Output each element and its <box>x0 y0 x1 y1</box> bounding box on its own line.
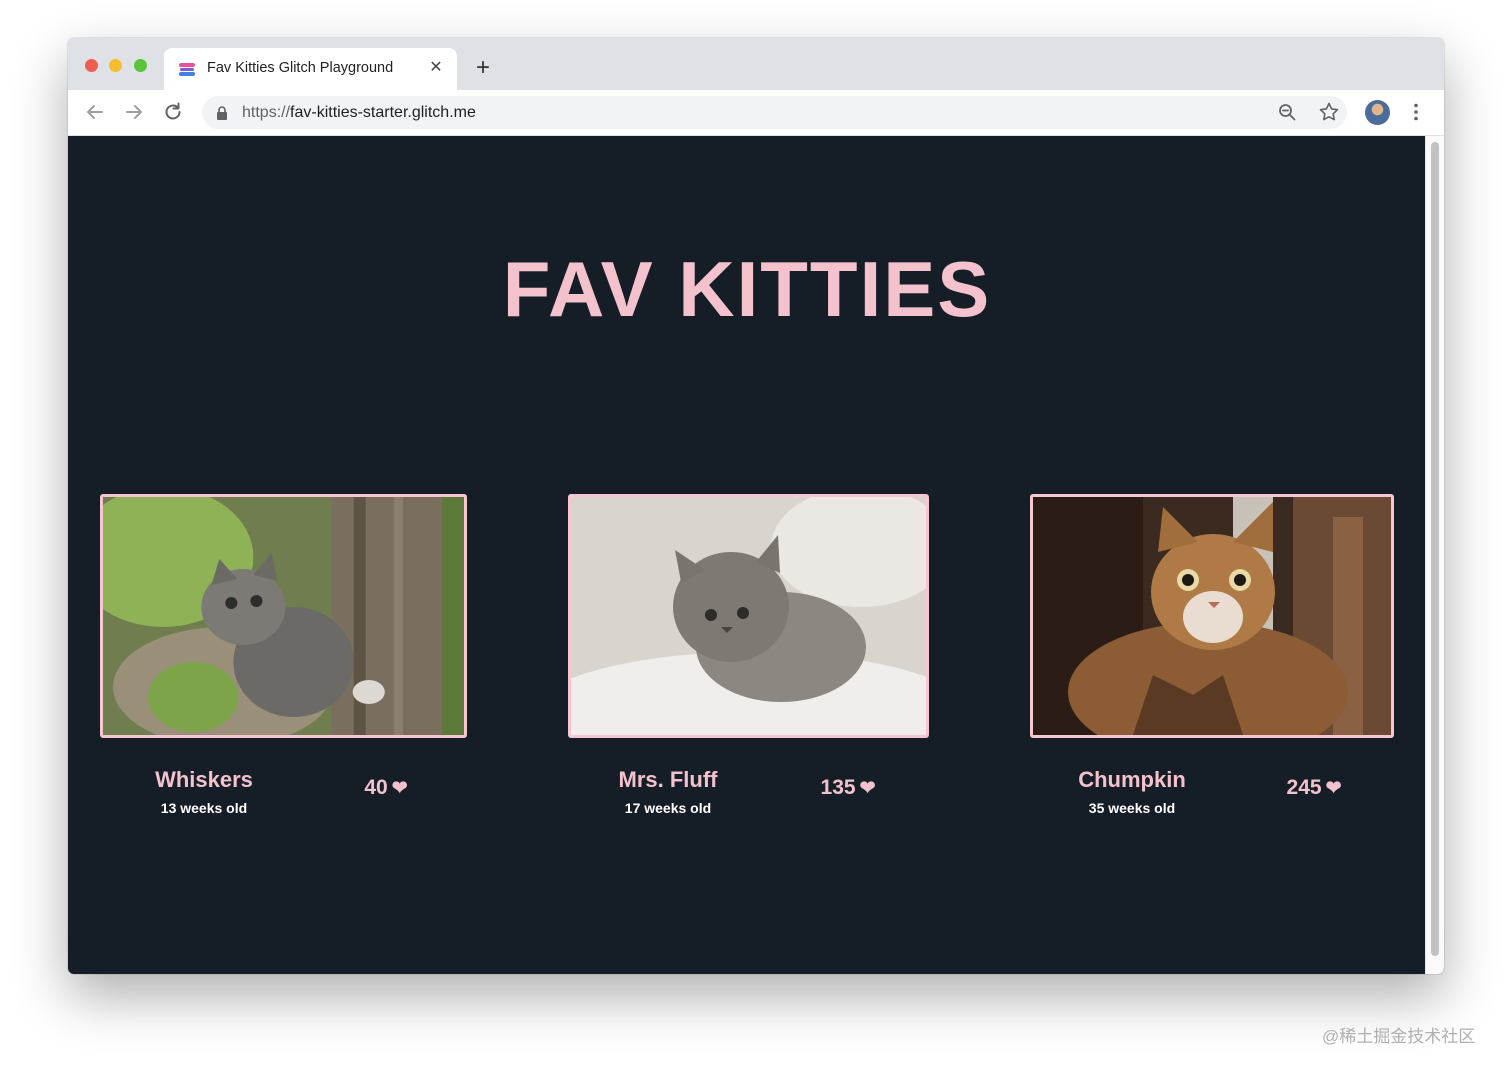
browser-toolbar: https://fav-kitties-starter.glitch.me <box>68 90 1444 136</box>
profile-avatar[interactable] <box>1365 100 1390 125</box>
more-menu-icon[interactable] <box>1403 99 1429 125</box>
scrollbar[interactable] <box>1425 136 1444 974</box>
close-window-button[interactable] <box>85 59 98 72</box>
tab-title: Fav Kitties Glitch Playground <box>207 60 394 76</box>
back-arrow-icon[interactable] <box>82 99 108 125</box>
maximize-window-button[interactable] <box>134 59 147 72</box>
forward-arrow-icon[interactable] <box>121 99 147 125</box>
reload-icon[interactable] <box>160 99 186 125</box>
minimize-window-button[interactable] <box>109 59 122 72</box>
page-title: FAV KITTIES <box>502 245 992 333</box>
url-text: https://fav-kitties-starter.glitch.me <box>242 104 476 122</box>
heart-icon[interactable]: ❤ <box>860 777 876 800</box>
heart-icon[interactable]: ❤ <box>1326 777 1342 800</box>
kitty-likes[interactable]: 135 ❤ <box>788 776 908 800</box>
kitty-age: 17 weeks old <box>624 800 712 816</box>
bookmark-star-icon[interactable] <box>1316 99 1342 125</box>
zoom-icon[interactable] <box>1274 99 1300 125</box>
kitty-photo-whiskers <box>100 494 467 738</box>
browser-window: Fav Kitties Glitch Playground ✕ + https:… <box>68 38 1444 974</box>
glitch-favicon-icon <box>178 60 196 78</box>
kitty-name: Chumpkin <box>1078 767 1186 792</box>
kitty-photo-chumpkin <box>1030 494 1394 738</box>
kitty-likes[interactable]: 245 ❤ <box>1254 776 1374 800</box>
scrollbar-thumb[interactable] <box>1431 142 1439 956</box>
heart-icon[interactable]: ❤ <box>392 777 408 800</box>
url-scheme: https:// <box>242 104 291 121</box>
kitty-name: Whiskers <box>155 767 253 792</box>
tab-active[interactable]: Fav Kitties Glitch Playground ✕ <box>164 48 457 90</box>
close-tab-icon[interactable]: ✕ <box>427 59 445 77</box>
url-host: fav-kitties-starter.glitch.me <box>290 104 476 121</box>
likes-count: 135 <box>820 776 856 799</box>
likes-count: 245 <box>1286 776 1322 799</box>
lock-icon <box>214 105 230 121</box>
kitty-photo-mrs-fluff <box>568 494 929 738</box>
new-tab-button[interactable]: + <box>472 56 494 80</box>
kitty-age: 13 weeks old <box>160 800 248 816</box>
likes-count: 40 <box>364 776 388 799</box>
page-viewport: FAV KITTIES Whiskers 13 weeks old 40 ❤ M… <box>68 136 1444 974</box>
watermark-text: @稀土掘金技术社区 <box>1322 1027 1476 1046</box>
tab-strip: Fav Kitties Glitch Playground ✕ + <box>68 38 1444 90</box>
address-bar[interactable]: https://fav-kitties-starter.glitch.me <box>202 96 1347 129</box>
kitty-age: 35 weeks old <box>1088 800 1176 816</box>
kitty-likes[interactable]: 40 ❤ <box>326 776 446 800</box>
kitty-name: Mrs. Fluff <box>618 767 718 792</box>
